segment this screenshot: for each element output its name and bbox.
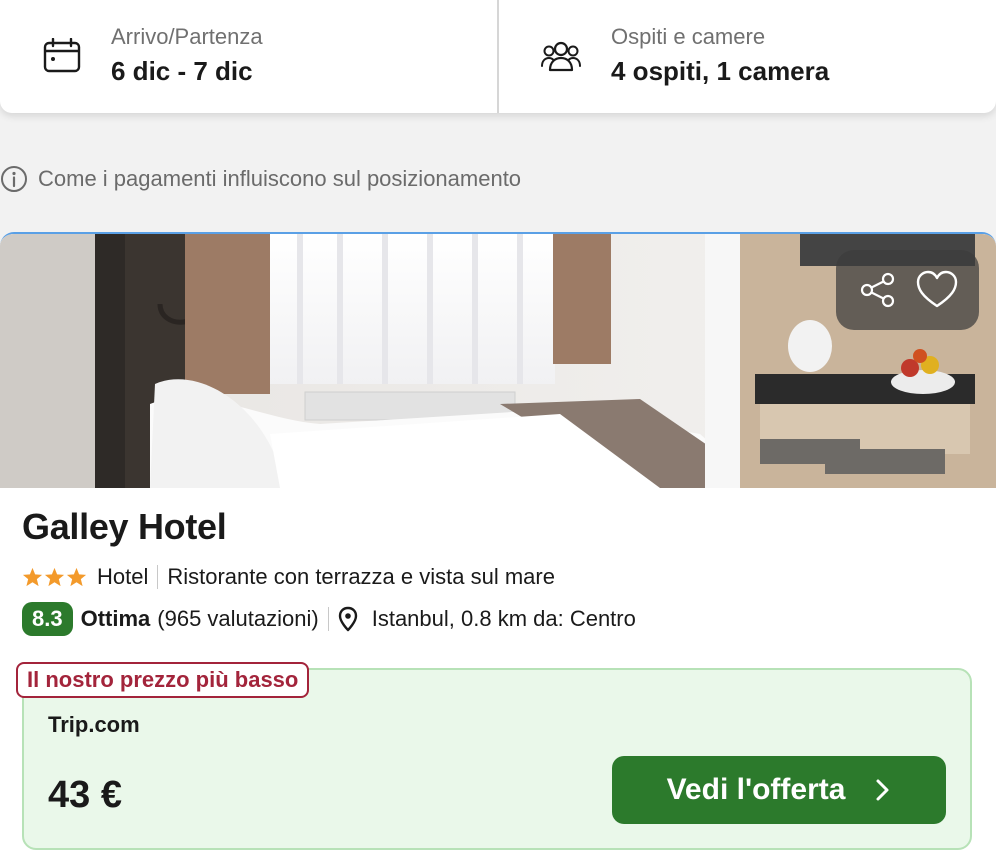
location-pin-icon [338,606,357,632]
info-icon [1,166,27,192]
offer-provider: Trip.com [48,712,140,737]
star-icon [22,567,43,587]
hotel-highlight: Ristorante con terrazza e vista sul mare [167,564,555,589]
heart-icon [917,270,958,308]
hotel-photo[interactable] [0,234,996,488]
view-deal-button[interactable]: Vedi l'offerta [612,756,946,824]
hotel-location: Istanbul, 0.8 km da: Centro [371,606,636,631]
divider [157,565,159,589]
chevron-right-icon [876,779,889,801]
guests-label: Ospiti e camere [611,24,766,49]
ranking-notice-text: Come i pagamenti influiscono sul posizio… [38,166,522,191]
dates-label: Arrivo/Partenza [111,24,263,49]
hotel-name[interactable]: Galley Hotel [22,506,227,548]
hotel-rating-location: 8.3 Ottima (965 valutazioni) Istanbul, 0… [22,602,636,636]
rating-word: Ottima [80,606,151,631]
dates-value: 6 dic - 7 dic [111,56,253,86]
guests-value: 4 ospiti, 1 camera [611,56,830,86]
guests-selector[interactable]: Ospiti e camere 4 ospiti, 1 camera [497,0,996,113]
rating-score-badge[interactable]: 8.3 [22,602,73,636]
pagination-dot[interactable] [534,452,549,467]
hotel-card[interactable]: Galley Hotel Hotel Ristorante con terraz… [0,232,996,862]
hotel-meta: Hotel Ristorante con terrazza e vista su… [22,564,555,590]
share-button[interactable] [854,266,902,314]
star-icon [44,567,65,587]
dates-selector[interactable]: Arrivo/Partenza 6 dic - 7 dic [0,0,497,113]
review-count[interactable]: (965 valutazioni) [157,606,318,632]
photo-pagination [488,452,567,467]
divider [327,607,329,631]
ranking-notice[interactable]: Come i pagamenti influiscono sul posizio… [0,164,521,194]
search-summary-bar: Arrivo/Partenza 6 dic - 7 dic Ospiti e c… [0,0,996,113]
photo-actions [836,250,979,330]
favorite-button[interactable] [913,266,961,314]
offer-price: 43 € [48,774,122,816]
lowest-price-badge: Il nostro prezzo più basso [16,662,310,698]
guests-icon [541,41,581,72]
share-icon [860,272,894,308]
pagination-dot[interactable] [557,454,567,465]
pagination-dot[interactable] [488,452,503,467]
star-rating [22,567,87,587]
star-icon [66,567,87,587]
calendar-icon [43,38,81,73]
hotel-type: Hotel [97,564,149,589]
pagination-dot[interactable] [511,452,526,467]
view-deal-label: Vedi l'offerta [666,773,846,806]
